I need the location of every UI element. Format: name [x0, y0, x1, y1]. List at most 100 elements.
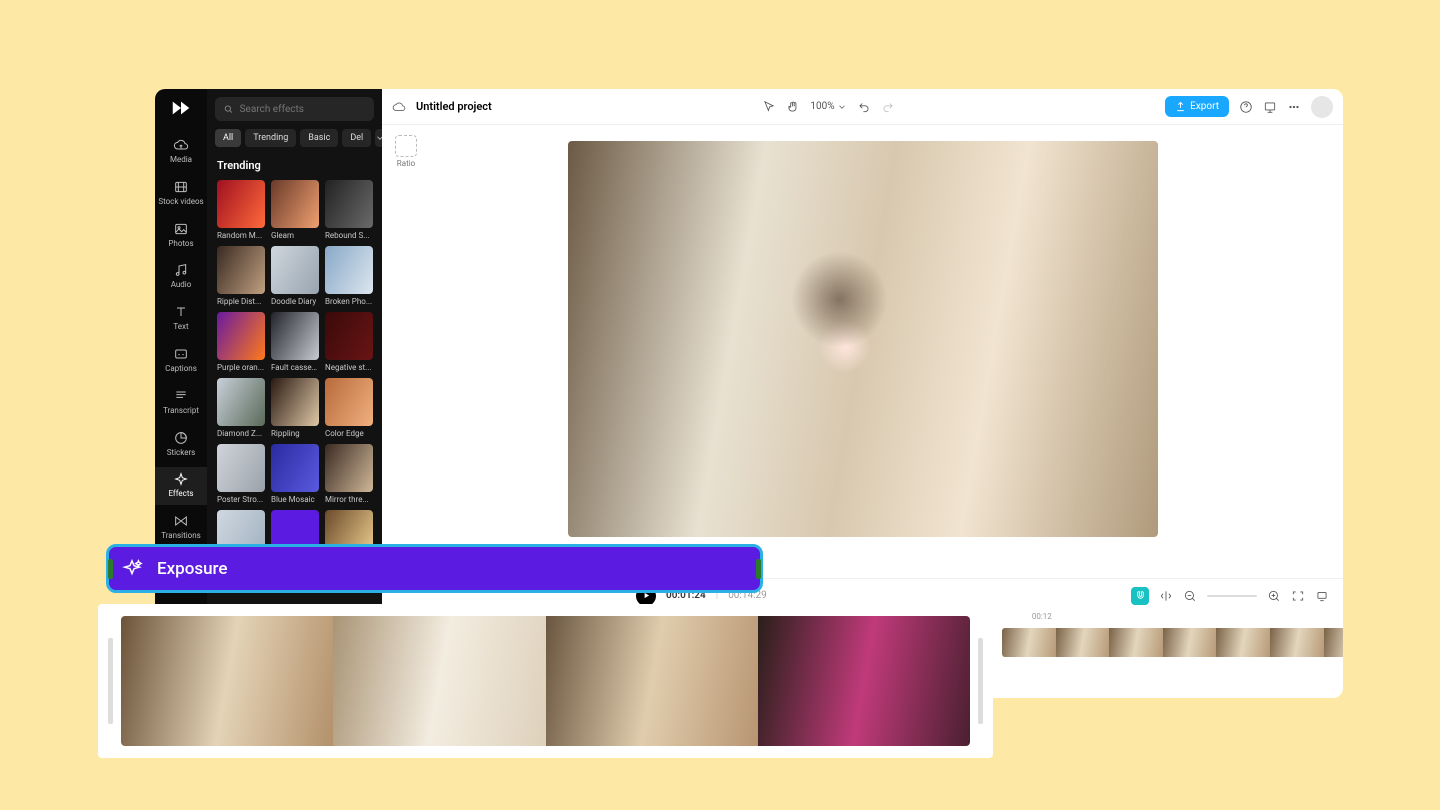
ratio-label: Ratio — [397, 159, 415, 168]
effect-item[interactable]: Rebound S... — [325, 180, 373, 240]
film-icon — [173, 179, 189, 195]
effect-label: Poster Stro... — [217, 495, 265, 504]
redo-icon[interactable] — [881, 100, 895, 114]
canvas-area[interactable]: Ratio — [382, 125, 1343, 578]
effect-label: Rippling — [271, 429, 319, 438]
frame-thumb — [546, 616, 758, 746]
nav-label: Stock videos — [158, 198, 203, 207]
clip-handle-left[interactable] — [108, 559, 113, 579]
user-avatar[interactable] — [1311, 96, 1333, 118]
zoom-slider[interactable] — [1207, 595, 1257, 597]
nav-photos[interactable]: Photos — [155, 217, 207, 255]
section-title: Trending — [217, 159, 372, 172]
effect-label: Negative st... — [325, 363, 373, 372]
nav-label: Effects — [168, 490, 193, 499]
nav-captions[interactable]: Captions — [155, 342, 207, 380]
effect-item[interactable]: Ripple Dist... — [217, 246, 265, 306]
split-icon[interactable] — [1159, 589, 1173, 603]
more-icon[interactable] — [1287, 100, 1301, 114]
effect-label: Broken Pho... — [325, 297, 373, 306]
video-clip[interactable] — [1002, 628, 1343, 657]
strip-frames[interactable] — [121, 616, 970, 746]
captions-icon — [173, 346, 189, 362]
help-icon[interactable] — [1239, 100, 1253, 114]
effect-thumb — [217, 246, 265, 294]
effect-clip-exposure[interactable]: Exposure — [106, 544, 763, 593]
effect-clip-label: Exposure — [157, 559, 228, 579]
nav-transitions[interactable]: Transitions — [155, 509, 207, 547]
export-button[interactable]: Export — [1165, 96, 1229, 117]
cursor-tool-icon[interactable] — [762, 100, 776, 114]
export-label: Export — [1190, 101, 1219, 112]
transcript-icon — [173, 388, 189, 404]
cloud-icon — [392, 100, 406, 114]
chip-trending[interactable]: Trending — [245, 129, 296, 147]
text-icon — [173, 304, 189, 320]
effect-item[interactable]: Purple oran... — [217, 312, 265, 372]
frame-preview-strip — [98, 604, 993, 758]
chip-more-partial[interactable]: Del — [342, 129, 371, 147]
zoom-out-icon[interactable] — [1183, 589, 1197, 603]
sparkle-icon — [173, 471, 189, 487]
nav-label: Audio — [171, 281, 192, 290]
magnet-icon — [1135, 590, 1146, 601]
cloud-upload-icon — [173, 137, 189, 153]
music-icon — [173, 262, 189, 278]
chip-basic[interactable]: Basic — [300, 129, 338, 147]
effect-item[interactable]: Fault casset... — [271, 312, 319, 372]
ratio-icon — [395, 135, 417, 157]
zoom-in-icon[interactable] — [1267, 589, 1281, 603]
effect-item[interactable]: Random M... — [217, 180, 265, 240]
ratio-control[interactable]: Ratio — [392, 135, 420, 168]
effect-item[interactable]: Blue Mosaic — [271, 444, 319, 504]
snap-toggle[interactable] — [1131, 587, 1149, 605]
effect-item[interactable]: Negative st... — [325, 312, 373, 372]
nav-media[interactable]: Media — [155, 133, 207, 171]
zoom-select[interactable]: 100% — [810, 101, 846, 112]
effect-item[interactable]: Gleam — [271, 180, 319, 240]
fit-icon[interactable] — [1291, 589, 1305, 603]
effect-item[interactable]: Diamond Z... — [217, 378, 265, 438]
effect-item[interactable]: Broken Pho... — [325, 246, 373, 306]
effect-item[interactable]: Mirror thre... — [325, 444, 373, 504]
undo-icon[interactable] — [857, 100, 871, 114]
strip-handle-left[interactable] — [108, 638, 113, 724]
effect-item[interactable]: Color Edge — [325, 378, 373, 438]
video-preview[interactable] — [568, 141, 1158, 537]
nav-transcript[interactable]: Transcript — [155, 384, 207, 422]
nav-label: Media — [170, 156, 192, 165]
effect-item[interactable]: Poster Stro... — [217, 444, 265, 504]
effect-label: Rebound S... — [325, 231, 373, 240]
effect-thumb — [271, 246, 319, 294]
nav-label: Captions — [165, 365, 197, 374]
nav-effects[interactable]: Effects — [155, 467, 207, 505]
effect-item[interactable]: Rippling — [271, 378, 319, 438]
strip-handle-right[interactable] — [978, 638, 983, 724]
project-title[interactable]: Untitled project — [416, 100, 492, 113]
hand-tool-icon[interactable] — [786, 100, 800, 114]
effect-label: Diamond Z... — [217, 429, 265, 438]
effect-label: Gleam — [271, 231, 319, 240]
frame-thumb — [758, 616, 970, 746]
clip-handle-right[interactable] — [756, 559, 761, 579]
transitions-icon — [173, 513, 189, 529]
nav-stock-videos[interactable]: Stock videos — [155, 175, 207, 213]
app-logo-icon — [170, 97, 192, 119]
nav-label: Stickers — [167, 449, 196, 458]
effect-thumb — [271, 444, 319, 492]
search-input[interactable] — [240, 104, 366, 115]
effect-thumb — [217, 312, 265, 360]
sparkle-icon — [121, 558, 143, 580]
nav-label: Photos — [168, 240, 193, 249]
search-input-wrap[interactable] — [215, 97, 374, 121]
effect-thumb — [271, 180, 319, 228]
nav-stickers[interactable]: Stickers — [155, 426, 207, 464]
present-icon[interactable] — [1263, 100, 1277, 114]
fullscreen-icon[interactable] — [1315, 589, 1329, 603]
chip-all[interactable]: All — [215, 129, 241, 147]
nav-audio[interactable]: Audio — [155, 258, 207, 296]
effect-label: Mirror thre... — [325, 495, 373, 504]
effect-item[interactable]: Doodle Diary — [271, 246, 319, 306]
nav-text[interactable]: Text — [155, 300, 207, 338]
filter-chips: All Trending Basic Del — [207, 129, 382, 155]
